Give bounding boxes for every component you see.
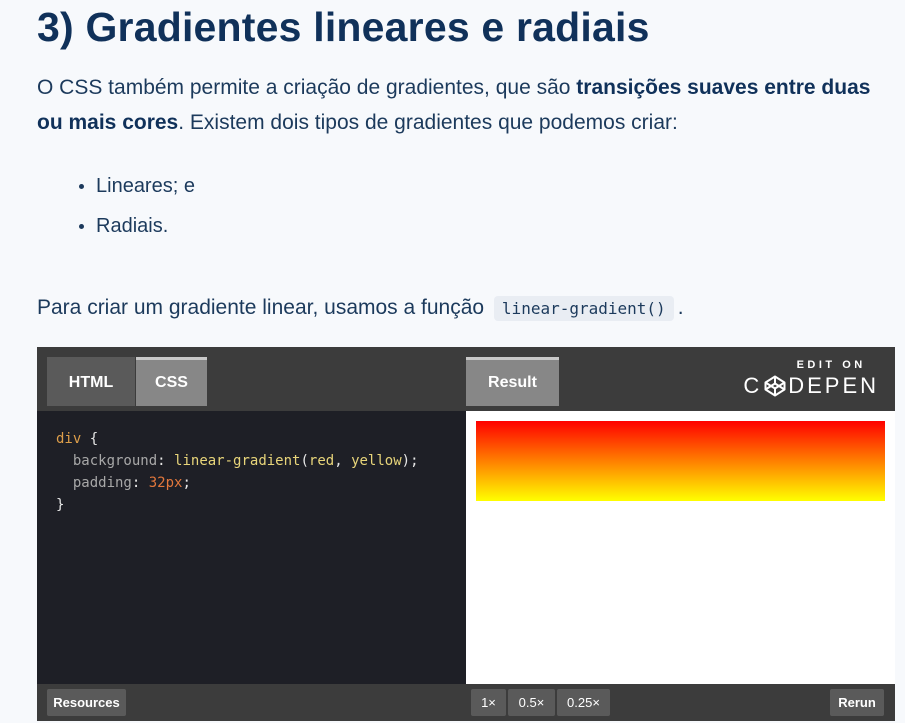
codepen-cube-icon bbox=[764, 375, 786, 397]
para2-text: Para criar um gradiente linear, usamos a… bbox=[37, 296, 485, 319]
resources-button[interactable]: Resources bbox=[47, 689, 126, 716]
list-item: Lineares; e bbox=[79, 170, 195, 210]
intro-paragraph: O CSS também permite a criação de gradie… bbox=[37, 70, 887, 140]
tab-result[interactable]: Result bbox=[466, 357, 559, 406]
inline-code: linear-gradient() bbox=[493, 296, 674, 321]
gradient-result-box bbox=[476, 421, 885, 501]
intro-text-end: . Existem dois tipos de gradientes que p… bbox=[178, 111, 678, 134]
edit-on-label: EDIT ON bbox=[796, 359, 866, 371]
zoom-1x-button[interactable]: 1× bbox=[471, 689, 506, 716]
logo-letter-c: C bbox=[743, 373, 763, 398]
code-property-background: background bbox=[72, 453, 158, 469]
codepen-logo: C DEPEN bbox=[743, 373, 879, 399]
embed-header: HTML CSS Result EDIT ON C DEPEN bbox=[37, 347, 895, 411]
code-value-padding: 32px bbox=[148, 475, 183, 491]
css-editor-pane[interactable]: div { background: linear-gradient(red, y… bbox=[37, 411, 466, 684]
code-arg-yellow: yellow bbox=[351, 453, 402, 469]
intro-text-start: O CSS também permite a criação de gradie… bbox=[37, 76, 577, 99]
code-property-padding: padding bbox=[72, 475, 132, 491]
code-close-brace: } bbox=[56, 497, 65, 513]
codepen-embed: HTML CSS Result EDIT ON C DEPEN div {ba… bbox=[37, 347, 895, 721]
code-arg-red: red bbox=[308, 453, 335, 469]
code-selector: div bbox=[56, 431, 82, 447]
zoom-0-25x-button[interactable]: 0.25× bbox=[557, 689, 610, 716]
logo-letters-depen: DEPEN bbox=[788, 373, 879, 398]
gradient-types-list: Lineares; e Radiais. bbox=[79, 170, 195, 250]
edit-on-codepen-link[interactable]: EDIT ON C DEPEN bbox=[743, 359, 879, 399]
zoom-0-5x-button[interactable]: 0.5× bbox=[508, 689, 555, 716]
tab-html[interactable]: HTML bbox=[47, 357, 135, 406]
section-heading: 3) Gradientes lineares e radiais bbox=[37, 4, 650, 50]
tab-css[interactable]: CSS bbox=[136, 357, 207, 406]
rerun-button[interactable]: Rerun bbox=[830, 689, 884, 716]
code-function: linear-gradient bbox=[174, 453, 301, 469]
embed-footer: Resources 1× 0.5× 0.25× Rerun bbox=[37, 684, 895, 721]
css-code: div { background: linear-gradient(red, y… bbox=[56, 431, 419, 513]
linear-gradient-paragraph: Para criar um gradiente linear, usamos a… bbox=[37, 290, 684, 327]
list-item: Radiais. bbox=[79, 210, 195, 250]
code-open-brace: { bbox=[89, 431, 99, 447]
para2-period: . bbox=[677, 296, 684, 319]
result-pane bbox=[466, 411, 895, 684]
